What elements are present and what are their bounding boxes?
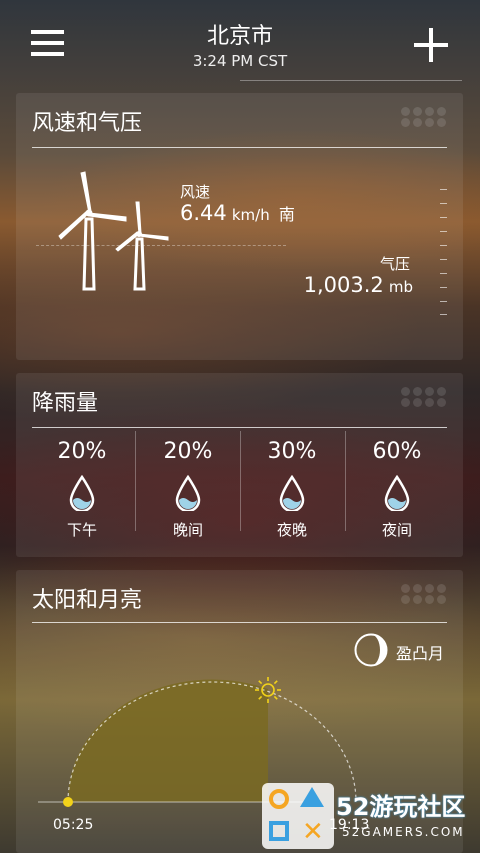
precip-percent: 20% [163,439,213,464]
precip-period: 60% 夜间 [345,431,449,541]
precip-time-label: 夜晚 [276,521,307,539]
pressure-label: 气压 [380,255,411,273]
precip-percent: 20% [57,439,107,464]
card-divider [32,622,447,623]
raindrop-icon [175,475,201,511]
header-divider [240,80,462,81]
wind-speed-unit: km/h [231,206,270,224]
city-name[interactable]: 北京市 [0,18,480,50]
card-title: 太阳和月亮 [32,588,143,613]
wind-dashed-line [36,245,286,246]
wind-turbine-icon [58,171,169,291]
pressure-reading: 1,003.2 mb [304,273,413,297]
wind-speed-label: 风速 [180,183,211,201]
add-location-icon[interactable] [414,28,448,62]
precip-time-label: 晚间 [172,521,203,539]
watermark-subtext: 52GAMERS.COM [342,825,465,839]
pressure-unit: mb [388,278,413,296]
card-title: 风速和气压 [32,111,143,136]
precip-period: 30% 夜晚 [240,431,344,541]
watermark-logo: ✕ 52游玩社区 52GAMERS.COM [262,783,480,853]
card-options-icon[interactable] [401,584,447,604]
raindrop-icon [69,475,95,511]
app-header: 北京市 3:24 PM CST [0,0,480,82]
wind-speed-value: 6.44 [180,201,227,225]
sunrise-time: 05:25 [53,817,94,833]
wind-direction: 南 [278,205,295,224]
wind-pressure-card: 风速和气压 风速 6.44 km/h 南 气压 1,003.2 mb [16,93,463,360]
raindrop-icon [384,475,410,511]
precip-period: 20% 晚间 [136,431,240,541]
card-options-icon[interactable] [401,387,447,407]
pressure-gauge [440,189,448,315]
watermark-text: 52游玩社区 [336,793,466,821]
raindrop-icon [279,475,305,511]
pressure-value: 1,003.2 [303,273,384,297]
precip-percent: 30% [267,439,317,464]
card-divider [32,427,447,428]
precip-time-label: 下午 [66,521,97,539]
card-divider [32,147,447,148]
moon-phase-label: 盈凸月 [396,644,445,663]
sun-position-icon [255,677,281,703]
local-time: 3:24 PM CST [192,52,288,70]
precip-period: 20% 下午 [30,431,134,541]
card-title: 降雨量 [32,391,99,416]
card-options-icon[interactable] [401,107,447,127]
watermark-symbols: ✕ [262,783,334,849]
precip-percent: 60% [372,439,422,464]
precipitation-card: 降雨量 20% 下午 20% 晚间 30% 夜晚 60% 夜间 [16,373,463,557]
precip-time-label: 夜间 [381,521,412,539]
wind-speed-reading: 6.44 km/h 南 [180,201,295,225]
moon-phase-icon [354,633,388,667]
